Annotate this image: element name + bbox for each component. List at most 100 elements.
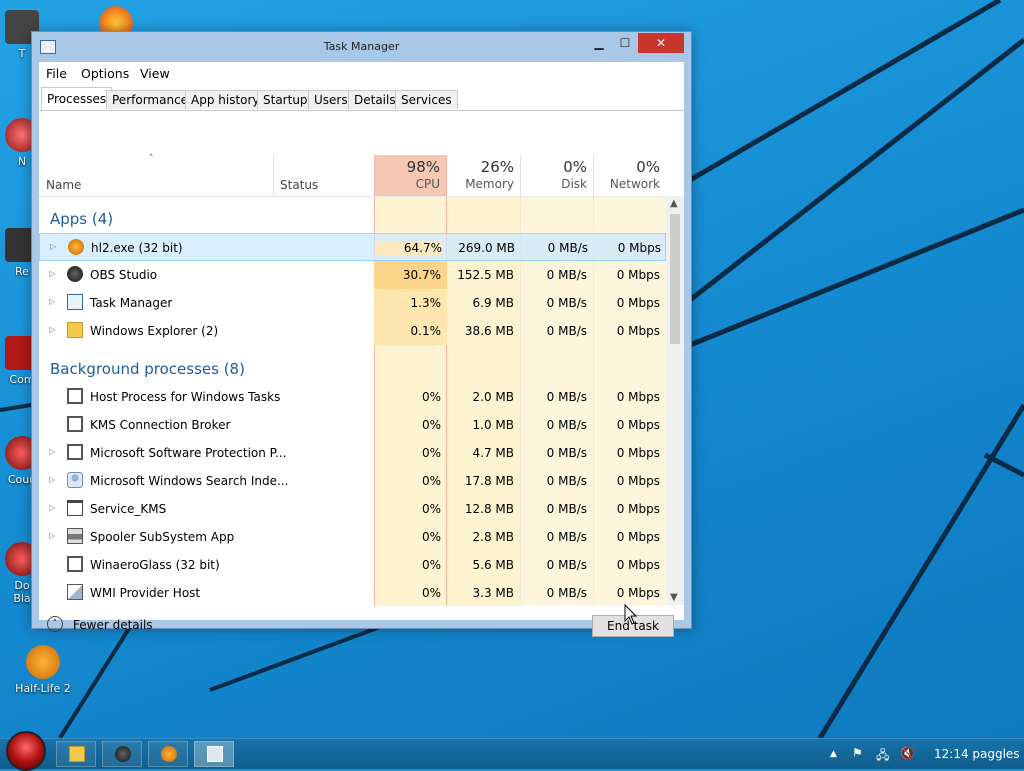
table-row[interactable]: ▷ Service_KMS 0% 12.8 MB 0 MB/s 0 Mbps xyxy=(39,495,666,523)
cpu-cell: 0% xyxy=(421,446,441,460)
half-life-icon xyxy=(68,239,84,255)
group-title: Apps (4) xyxy=(50,210,114,228)
network-cell: 0 Mbps xyxy=(616,474,660,488)
network-cell: 0 Mbps xyxy=(616,558,660,572)
scroll-thumb[interactable] xyxy=(670,214,680,344)
minimize-button[interactable]: ▁ xyxy=(586,33,612,53)
disk-cell: 0 MB/s xyxy=(546,324,587,338)
process-list: Apps (4) ▷ hl2.exe (32 bit) 64.7% 269.0 … xyxy=(39,196,666,606)
taskbar-obs[interactable] xyxy=(102,741,142,767)
column-header-cpu[interactable]: 98% CPU xyxy=(374,155,447,196)
desktop-icon-label: Half-Life 2 xyxy=(15,682,71,695)
menu-bar: File Options View xyxy=(39,62,684,86)
sort-up-icon: ˄ xyxy=(149,154,154,164)
taskbar-explorer[interactable] xyxy=(56,741,96,767)
table-row[interactable]: ▷ OBS Studio 30.7% 152.5 MB 0 MB/s 0 Mbp… xyxy=(39,261,666,289)
tab-performance[interactable]: Performance xyxy=(106,90,195,109)
expand-icon[interactable]: ▷ xyxy=(49,297,55,306)
desktop-icon-half-life-2[interactable]: Half-Life 2 xyxy=(14,645,72,695)
cpu-cell: 0% xyxy=(421,530,441,544)
expand-icon[interactable]: ▷ xyxy=(49,475,55,484)
task-manager-window: Task Manager ▁ ☐ ✕ File Options View Pro… xyxy=(31,31,692,637)
tab-users[interactable]: Users xyxy=(308,90,354,109)
window-app-icon xyxy=(67,444,83,460)
table-row[interactable]: Host Process for Windows Tasks 0% 2.0 MB… xyxy=(39,383,666,411)
menu-view[interactable]: View xyxy=(140,66,170,81)
fewer-details-icon[interactable]: ˄ xyxy=(47,616,63,632)
table-row[interactable]: ▷ Task Manager 1.3% 6.9 MB 0 MB/s 0 Mbps xyxy=(39,289,666,317)
expand-icon[interactable]: ▷ xyxy=(49,447,55,456)
expand-icon[interactable]: ▷ xyxy=(49,325,55,334)
column-header-network[interactable]: 0% Network xyxy=(593,155,666,196)
process-name: WinaeroGlass (32 bit) xyxy=(90,558,220,572)
column-header-status[interactable]: Status xyxy=(280,178,318,192)
network-icon[interactable]: 🖧 xyxy=(876,746,889,767)
cpu-cell: 0% xyxy=(421,502,441,516)
cpu-cell: 30.7% xyxy=(402,268,441,282)
tab-processes[interactable]: Processes xyxy=(41,87,113,110)
table-row[interactable]: WMI Provider Host 0% 3.3 MB 0 MB/s 0 Mbp… xyxy=(39,579,666,606)
taskbar-half-life[interactable] xyxy=(148,741,188,767)
cpu-label: CPU xyxy=(415,177,440,191)
network-label: Network xyxy=(609,177,660,191)
disk-cell: 0 MB/s xyxy=(546,586,587,600)
cpu-cell: 0% xyxy=(421,558,441,572)
window-app-icon xyxy=(67,556,83,572)
title-bar[interactable]: Task Manager ▁ ☐ ✕ xyxy=(32,32,691,62)
memory-cell: 2.8 MB xyxy=(472,530,514,544)
scroll-down-icon[interactable]: ▼ xyxy=(670,592,678,603)
disk-cell: 0 MB/s xyxy=(546,502,587,516)
disk-cell: 0 MB/s xyxy=(547,241,588,255)
scroll-up-icon[interactable]: ▲ xyxy=(670,198,678,209)
taskbar-task-manager[interactable] xyxy=(194,741,234,767)
network-cell: 0 Mbps xyxy=(616,586,660,600)
tray-expand-icon[interactable]: ▲ xyxy=(830,749,837,759)
table-row[interactable]: ▷ hl2.exe (32 bit) 64.7% 269.0 MB 0 MB/s… xyxy=(39,233,666,261)
network-total: 0% xyxy=(636,158,660,176)
network-cell: 0 Mbps xyxy=(617,241,661,255)
expand-icon[interactable]: ▷ xyxy=(49,531,55,540)
column-header-name[interactable]: Name xyxy=(46,178,81,192)
tab-app-history[interactable]: App history xyxy=(185,90,266,109)
half-life-icon xyxy=(26,645,60,679)
vertical-scrollbar[interactable]: ▲ ▼ xyxy=(666,196,684,605)
fewer-details-link[interactable]: Fewer details xyxy=(73,618,153,632)
clock[interactable]: 12:14 paggles xyxy=(934,747,1020,761)
close-button[interactable]: ✕ xyxy=(638,33,684,53)
table-row[interactable]: WinaeroGlass (32 bit) 0% 5.6 MB 0 MB/s 0… xyxy=(39,551,666,579)
wmi-provider-icon xyxy=(67,584,83,600)
disk-cell: 0 MB/s xyxy=(546,268,587,282)
column-header-disk[interactable]: 0% Disk xyxy=(520,155,593,196)
memory-cell: 17.8 MB xyxy=(464,474,514,488)
table-row[interactable]: ▷ Spooler SubSystem App 0% 2.8 MB 0 MB/s… xyxy=(39,523,666,551)
group-header-apps[interactable]: Apps (4) xyxy=(39,205,666,233)
table-row[interactable]: KMS Connection Broker 0% 1.0 MB 0 MB/s 0… xyxy=(39,411,666,439)
expand-icon[interactable]: ▷ xyxy=(49,503,55,512)
menu-options[interactable]: Options xyxy=(81,66,129,81)
network-cell: 0 Mbps xyxy=(616,390,660,404)
table-row[interactable]: ▷ Windows Explorer (2) 0.1% 38.6 MB 0 MB… xyxy=(39,317,666,345)
action-center-flag-icon[interactable]: ⚑ xyxy=(852,746,863,760)
volume-muted-icon[interactable]: 🔇 xyxy=(900,746,915,760)
window-app-icon xyxy=(67,500,83,516)
disk-cell: 0 MB/s xyxy=(546,446,587,460)
disk-cell: 0 MB/s xyxy=(546,530,587,544)
tab-startup[interactable]: Startup xyxy=(257,90,314,109)
group-header-background[interactable]: Background processes (8) xyxy=(39,355,666,383)
expand-icon[interactable]: ▷ xyxy=(49,269,55,278)
start-button[interactable] xyxy=(6,731,46,771)
table-row[interactable]: ▷ Microsoft Windows Search Inde... 0% 17… xyxy=(39,467,666,495)
process-name: Microsoft Windows Search Inde... xyxy=(90,474,289,488)
expand-icon[interactable]: ▷ xyxy=(50,242,56,251)
tab-services[interactable]: Services xyxy=(395,90,458,109)
table-row[interactable]: ▷ Microsoft Software Protection P... 0% … xyxy=(39,439,666,467)
window-app-icon xyxy=(67,388,83,404)
maximize-button[interactable]: ☐ xyxy=(612,33,638,53)
cpu-total: 98% xyxy=(406,158,440,176)
column-header-memory[interactable]: 26% Memory xyxy=(447,155,520,196)
process-name: Microsoft Software Protection P... xyxy=(90,446,287,460)
cpu-cell: 0% xyxy=(421,390,441,404)
tab-details[interactable]: Details xyxy=(348,90,402,109)
process-name: Host Process for Windows Tasks xyxy=(90,390,281,404)
menu-file[interactable]: File xyxy=(46,66,67,81)
